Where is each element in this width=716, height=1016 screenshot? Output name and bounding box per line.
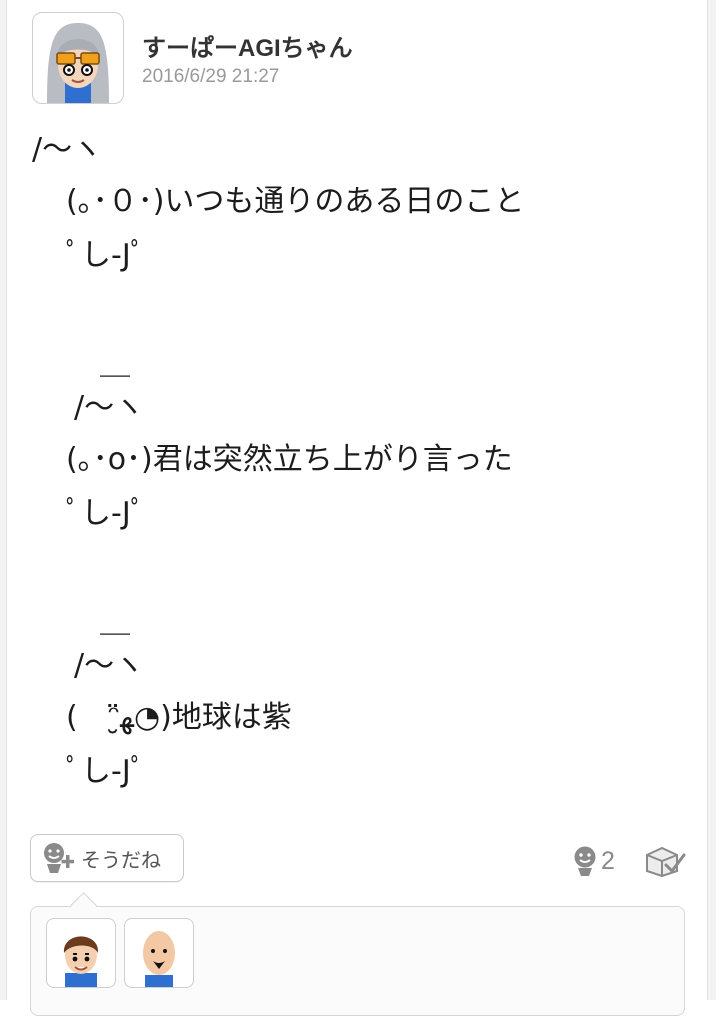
- post-text-line: /〜ヽ: [74, 648, 145, 683]
- post-text-line: ﾟし-Jﾟ: [66, 496, 146, 531]
- post-text-line: /〜ヽ: [32, 132, 103, 167]
- post-text-line: (｡･o･)君は突然立ち上がり言った: [66, 442, 513, 477]
- post-text-line: /〜ヽ: [74, 390, 145, 425]
- mii-avatar-icon: [63, 936, 99, 987]
- user-name[interactable]: すーぱーAGIちゃん: [142, 28, 353, 63]
- mii-avatar-icon: [143, 931, 175, 987]
- yeah-face-icon: [574, 846, 596, 876]
- yeah-add-icon: [44, 843, 74, 873]
- post-text-line: (｡･０･)いつも通りのある日のこと: [66, 184, 525, 219]
- right-frame-edge: [707, 0, 716, 1000]
- post-text-line: ＿: [100, 604, 130, 639]
- post-text-line: ＿: [100, 346, 130, 381]
- user-avatar[interactable]: [32, 12, 124, 104]
- yeah-count[interactable]: 2: [601, 847, 615, 876]
- mii-avatar-icon: [47, 23, 109, 103]
- yeah-button-label: そうだね: [81, 847, 161, 872]
- left-frame-edge: [0, 0, 7, 1000]
- post-text-line: ( ᵔ̮ﻬ̈◔)地球は紫: [66, 700, 292, 735]
- checkbox-tag-icon[interactable]: [644, 845, 686, 877]
- post-text-line: ﾟし-Jﾟ: [66, 238, 146, 273]
- yeah-user-avatar[interactable]: [46, 918, 116, 988]
- post-timestamp: 2016/6/29 21:27: [142, 66, 280, 87]
- yeah-button[interactable]: そうだね: [30, 834, 184, 882]
- yeah-user-avatar[interactable]: [124, 918, 194, 988]
- post-text-line: ﾟし-Jﾟ: [66, 754, 146, 789]
